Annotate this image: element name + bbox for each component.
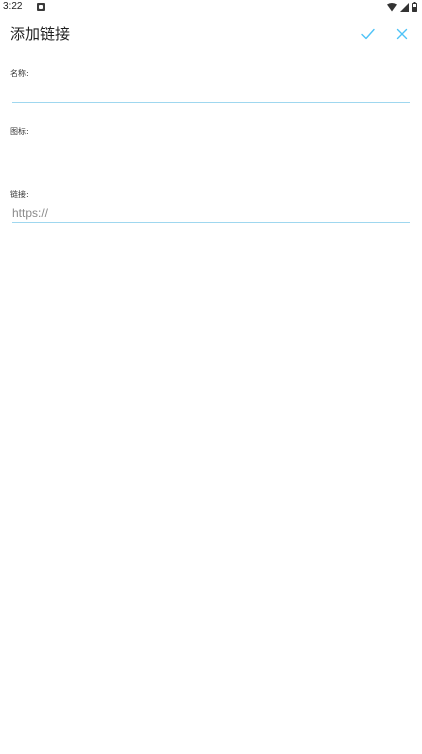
- close-icon: [396, 28, 408, 40]
- check-icon: [361, 28, 375, 40]
- name-input[interactable]: [12, 84, 410, 103]
- name-label: 名称:: [10, 69, 29, 78]
- link-label: 链接:: [10, 190, 29, 199]
- status-bar: 3:22: [0, 0, 422, 16]
- icon-label: 图标:: [10, 127, 29, 136]
- close-button[interactable]: [390, 22, 414, 46]
- page-title: 添加链接: [10, 25, 71, 43]
- icon-picker[interactable]: [12, 142, 410, 176]
- status-icons: [387, 2, 417, 12]
- link-input[interactable]: [12, 204, 410, 223]
- add-link-screen: 3:22 添加链接 名称: 图标: 链接: https://: [0, 0, 422, 754]
- confirm-button[interactable]: [356, 22, 380, 46]
- signal-icon: [400, 2, 409, 12]
- app-bar: 添加链接: [0, 16, 422, 52]
- notification-icon: [37, 3, 45, 11]
- status-time: 3:22: [3, 1, 23, 12]
- battery-icon: [412, 2, 417, 12]
- wifi-icon: [387, 2, 397, 11]
